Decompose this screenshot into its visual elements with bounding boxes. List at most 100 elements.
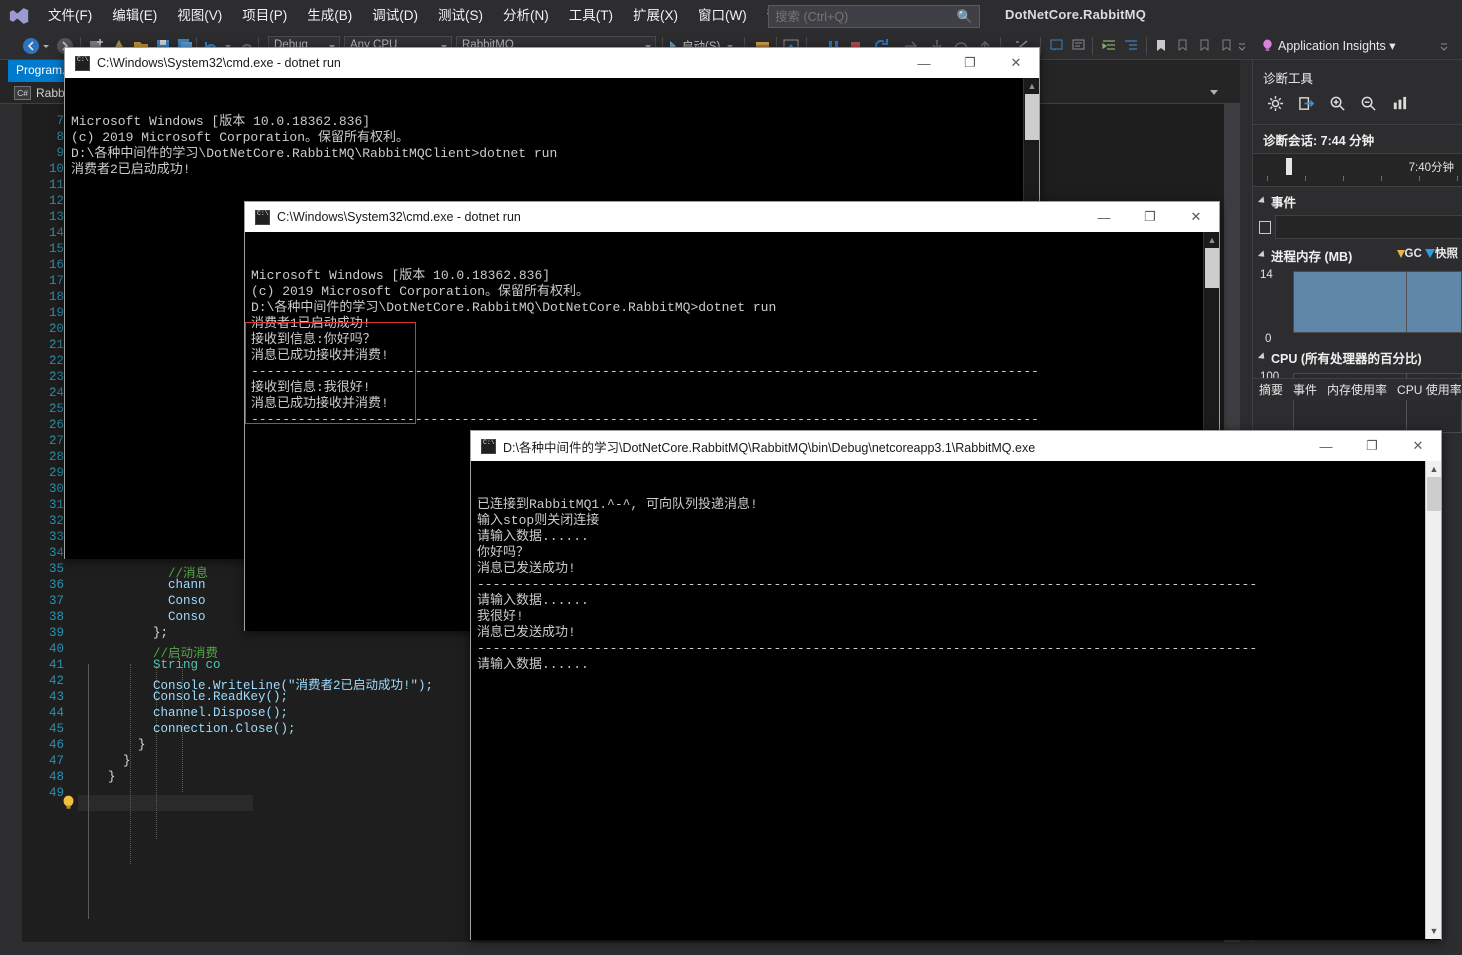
line-number: 13 bbox=[48, 210, 64, 224]
settings-gear-icon[interactable] bbox=[1267, 95, 1284, 117]
current-line-highlight bbox=[78, 795, 253, 811]
cmd-titlebar-consumer1[interactable]: C:\Windows\System32\cmd.exe - dotnet run… bbox=[245, 202, 1219, 232]
memory-graph[interactable]: 14 0 bbox=[1253, 269, 1462, 345]
tab-cpu-usage[interactable]: CPU 使用率 bbox=[1397, 381, 1462, 398]
scroll-up-icon[interactable]: ▲ bbox=[1204, 232, 1220, 248]
navigate-backward-icon[interactable] bbox=[22, 37, 40, 55]
toolbar-overflow-icon[interactable] bbox=[1238, 37, 1246, 55]
console-line: (c) 2019 Microsoft Corporation。保留所有权利。 bbox=[71, 130, 410, 145]
clear-bookmarks-icon[interactable] bbox=[1218, 37, 1236, 55]
scroll-up-icon[interactable]: ▲ bbox=[1024, 78, 1040, 94]
tab-memory-usage[interactable]: 内存使用率 bbox=[1327, 381, 1387, 398]
line-number: 38 bbox=[48, 610, 64, 624]
cpu-section-header[interactable]: CPU (所有处理器的百分比) bbox=[1253, 343, 1462, 371]
cmd-app-icon bbox=[481, 438, 496, 454]
minimize-button[interactable]: — bbox=[901, 48, 947, 78]
diagnostic-tabs: 摘要 事件 内存使用率 CPU 使用率 bbox=[1253, 378, 1462, 400]
zoom-out-icon[interactable] bbox=[1360, 95, 1377, 117]
memory-series-fill bbox=[1294, 272, 1461, 332]
menu-item-project[interactable]: 项目(P) bbox=[232, 0, 297, 32]
line-number: 8 bbox=[56, 130, 64, 144]
line-number: 7 bbox=[56, 114, 64, 128]
app-insights-chevron-icon[interactable]: ▾ bbox=[1389, 39, 1395, 53]
code-line[interactable]: Conso bbox=[78, 610, 206, 624]
decrease-indent-icon[interactable] bbox=[1122, 37, 1140, 55]
maximize-button[interactable]: ❐ bbox=[1349, 431, 1395, 461]
events-lane[interactable] bbox=[1275, 215, 1462, 239]
cmd-titlebar-producer[interactable]: D:\各种中间件的学习\DotNetCore.RabbitMQ\RabbitMQ… bbox=[471, 431, 1441, 461]
zoom-in-icon[interactable] bbox=[1329, 95, 1346, 117]
events-section-header[interactable]: 事件 bbox=[1253, 187, 1462, 215]
search-input[interactable] bbox=[775, 9, 955, 24]
increase-indent-icon[interactable] bbox=[1100, 37, 1118, 55]
cmd-titlebar-consumer2[interactable]: C:\Windows\System32\cmd.exe - dotnet run… bbox=[65, 48, 1039, 78]
window-controls: — ❐ ✕ bbox=[901, 48, 1039, 78]
menu-item-test[interactable]: 测试(S) bbox=[428, 0, 493, 32]
code-line[interactable]: } bbox=[78, 738, 146, 752]
close-button[interactable]: ✕ bbox=[1173, 202, 1219, 232]
scroll-up-icon[interactable]: ▲ bbox=[1426, 461, 1442, 477]
diagnostic-timeline[interactable]: 7:40分钟 bbox=[1253, 153, 1462, 187]
tab-summary[interactable]: 摘要 bbox=[1259, 381, 1283, 398]
line-number: 9 bbox=[56, 146, 64, 160]
window-controls: — ❐ ✕ bbox=[1081, 202, 1219, 232]
cmd-window-producer[interactable]: D:\各种中间件的学习\DotNetCore.RabbitMQ\RabbitMQ… bbox=[470, 430, 1442, 940]
close-button[interactable]: ✕ bbox=[993, 48, 1039, 78]
uncomment-selection-icon[interactable] bbox=[1070, 37, 1088, 55]
code-line[interactable]: chann bbox=[78, 578, 206, 592]
line-number: 46 bbox=[48, 738, 64, 752]
toggle-bookmark-icon[interactable] bbox=[1152, 37, 1170, 55]
memory-section-header[interactable]: 进程内存 (MB) GC 快照 bbox=[1253, 241, 1462, 269]
next-bookmark-icon[interactable] bbox=[1174, 37, 1192, 55]
code-line[interactable]: connection.Close(); bbox=[78, 722, 296, 736]
chevron-down-icon[interactable] bbox=[1210, 90, 1218, 95]
menu-item-view[interactable]: 视图(V) bbox=[167, 0, 232, 32]
menu-item-analyze[interactable]: 分析(N) bbox=[493, 0, 559, 32]
minimize-button[interactable]: — bbox=[1303, 431, 1349, 461]
menu-item-edit[interactable]: 编辑(E) bbox=[102, 0, 167, 32]
editor-gutter bbox=[0, 104, 22, 942]
scroll-down-icon[interactable]: ▼ bbox=[1426, 923, 1442, 939]
menu-item-debug[interactable]: 调试(D) bbox=[362, 0, 428, 32]
code-line[interactable]: } bbox=[78, 770, 116, 784]
select-graph-icon[interactable] bbox=[1391, 95, 1408, 117]
maximize-button[interactable]: ❐ bbox=[1127, 202, 1173, 232]
line-number: 27 bbox=[48, 434, 64, 448]
maximize-button[interactable]: ❐ bbox=[947, 48, 993, 78]
line-number: 17 bbox=[48, 274, 64, 288]
csharp-icon: C# bbox=[14, 85, 31, 100]
cmd-vertical-scrollbar-producer[interactable]: ▲ ▼ bbox=[1425, 461, 1441, 939]
cmd-title-text: C:\Windows\System32\cmd.exe - dotnet run bbox=[97, 56, 341, 70]
code-line[interactable]: String co bbox=[78, 658, 221, 672]
code-line[interactable]: channel.Dispose(); bbox=[78, 706, 288, 720]
line-number: 15 bbox=[48, 242, 64, 256]
code-line[interactable]: } bbox=[78, 754, 131, 768]
minimize-button[interactable]: — bbox=[1081, 202, 1127, 232]
diagnostic-tools-title: 诊断工具 bbox=[1263, 72, 1314, 86]
menu-item-window[interactable]: 窗口(W) bbox=[688, 0, 757, 32]
tab-events[interactable]: 事件 bbox=[1293, 381, 1317, 398]
menu-item-build[interactable]: 生成(B) bbox=[297, 0, 362, 32]
export-icon[interactable] bbox=[1298, 95, 1315, 117]
scrollbar-thumb[interactable] bbox=[1205, 248, 1219, 288]
menu-item-tools[interactable]: 工具(T) bbox=[559, 0, 623, 32]
menu-item-extensions[interactable]: 扩展(X) bbox=[623, 0, 688, 32]
line-number: 19 bbox=[48, 306, 64, 320]
close-button[interactable]: ✕ bbox=[1395, 431, 1441, 461]
code-line[interactable]: }; bbox=[78, 626, 168, 640]
scrollbar-thumb[interactable] bbox=[1025, 94, 1039, 140]
navigate-backward-dropdown-icon[interactable] bbox=[42, 37, 50, 55]
search-box[interactable]: 🔍 bbox=[768, 5, 980, 28]
previous-bookmark-icon[interactable] bbox=[1196, 37, 1214, 55]
line-number: 21 bbox=[48, 338, 64, 352]
application-insights-button[interactable]: Application Insights ▾ bbox=[1262, 38, 1395, 53]
line-number: 25 bbox=[48, 402, 64, 416]
menu-bar: 文件(F) 编辑(E) 视图(V) 项目(P) 生成(B) 调试(D) 测试(S… bbox=[0, 0, 1462, 32]
code-line[interactable]: Conso bbox=[78, 594, 206, 608]
comment-selection-icon[interactable] bbox=[1048, 37, 1066, 55]
toolbar-overflow-icon-2[interactable] bbox=[1440, 37, 1448, 55]
code-line[interactable]: Console.ReadKey(); bbox=[78, 690, 288, 704]
menu-item-file[interactable]: 文件(F) bbox=[38, 0, 102, 32]
scrollbar-thumb[interactable] bbox=[1427, 477, 1441, 511]
line-number: 28 bbox=[48, 450, 64, 464]
